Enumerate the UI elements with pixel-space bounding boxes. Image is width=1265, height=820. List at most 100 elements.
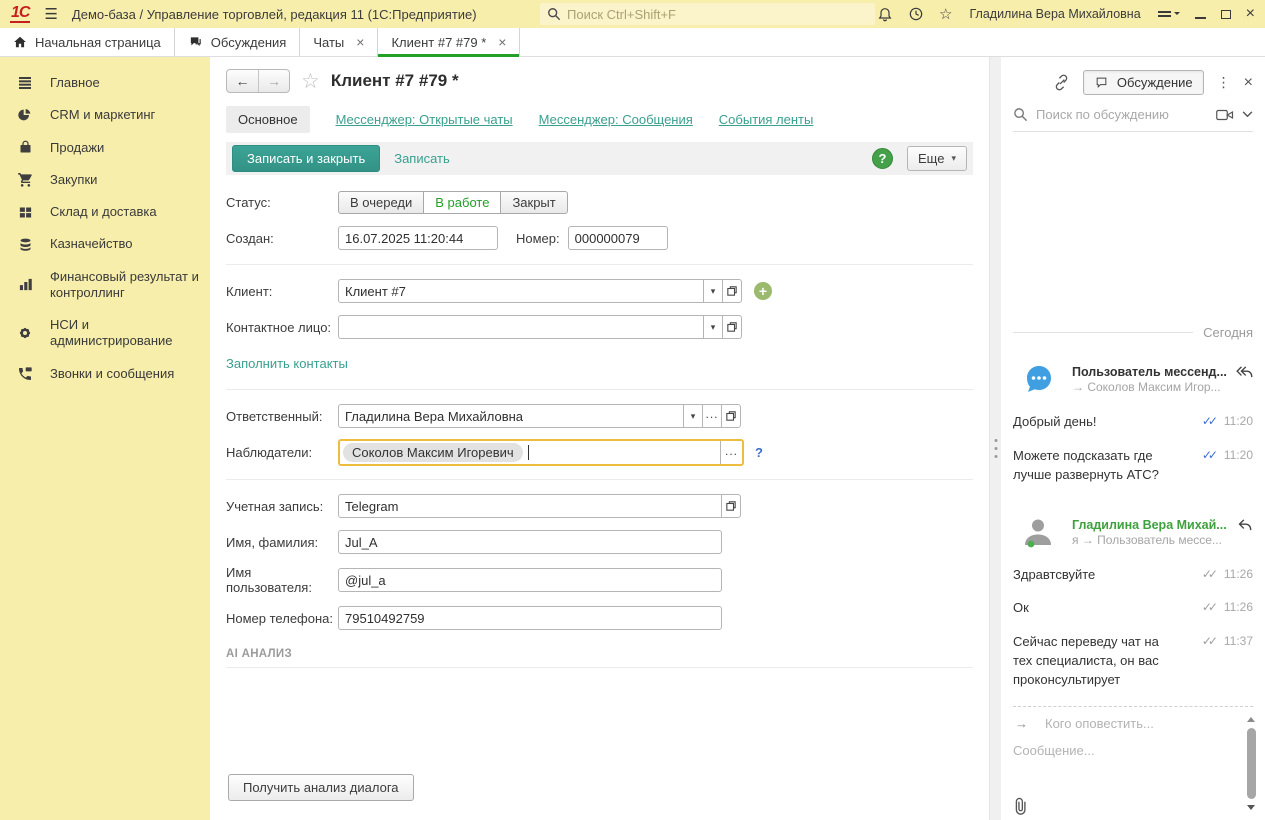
panel-close-icon[interactable]: × <box>1244 75 1253 91</box>
contact-dropdown-icon[interactable]: ▾ <box>703 315 723 339</box>
copy-link-icon[interactable] <box>1053 74 1070 91</box>
responsible-choose-icon[interactable]: ... <box>702 404 722 428</box>
status-option-queued[interactable]: В очереди <box>338 191 424 214</box>
global-search-input[interactable] <box>567 7 868 22</box>
scroll-up-icon[interactable] <box>1247 713 1255 722</box>
panel-splitter[interactable] <box>989 57 1001 820</box>
save-and-close-button[interactable]: Записать и закрыть <box>232 145 380 172</box>
sidebar-item-admin[interactable]: НСИ и администрирование <box>0 309 210 358</box>
contact-open-icon[interactable] <box>722 315 742 339</box>
current-user-name[interactable]: Гладилина Вера Михайловна <box>969 7 1140 21</box>
tab-main[interactable]: Основное <box>226 106 310 133</box>
more-label: Еще <box>918 151 944 166</box>
status-option-inwork[interactable]: В работе <box>423 191 501 214</box>
window-close-icon[interactable]: × <box>1246 6 1255 22</box>
reply-all-icon[interactable] <box>1235 366 1253 378</box>
scroll-down-icon[interactable] <box>1247 805 1255 814</box>
form-toolbar: Записать и закрыть Записать ? Еще ▾ <box>226 142 973 175</box>
notifications-bell-icon[interactable] <box>877 6 893 22</box>
get-dialog-analysis-button[interactable]: Получить анализ диалога <box>228 774 414 801</box>
client-dropdown-icon[interactable]: ▾ <box>703 279 723 303</box>
window-maximize-icon[interactable] <box>1221 10 1231 19</box>
person-name-field[interactable] <box>338 530 722 554</box>
video-call-icon[interactable] <box>1216 108 1234 122</box>
scrollbar-thumb[interactable] <box>1247 728 1256 799</box>
link-messenger-messages[interactable]: Мессенджер: Сообщения <box>539 112 693 127</box>
page-title: Клиент #7 #79 * <box>331 71 459 91</box>
divider <box>226 667 973 668</box>
more-button[interactable]: Еще ▾ <box>907 146 967 171</box>
sidebar-item-main[interactable]: Главное <box>0 67 210 99</box>
sender-name[interactable]: Пользователь мессенд... <box>1072 365 1231 379</box>
forward-arrow-icon[interactable]: → <box>258 70 289 92</box>
bar-chart-icon <box>15 277 35 292</box>
tab-close-icon[interactable]: × <box>498 35 506 49</box>
number-field[interactable] <box>568 226 668 250</box>
chevron-down-icon[interactable] <box>1242 111 1253 118</box>
sidebar-item-purchases[interactable]: Закупки <box>0 164 210 196</box>
history-icon[interactable] <box>908 6 924 22</box>
phone-field[interactable] <box>338 606 722 630</box>
add-client-icon[interactable]: + <box>754 282 772 300</box>
account-open-icon[interactable] <box>721 494 741 518</box>
sidebar-item-calls[interactable]: Звонки и сообщения <box>0 358 210 390</box>
composer-scrollbar[interactable] <box>1245 713 1257 814</box>
responsible-label: Ответственный: <box>226 409 338 424</box>
message-group-header[interactable]: Пользователь мессенд... → Соколов Максим… <box>1013 362 1253 398</box>
save-button[interactable]: Записать <box>394 151 450 166</box>
user-settings-icon[interactable] <box>1158 10 1180 18</box>
reply-icon[interactable] <box>1238 519 1253 531</box>
tab-home[interactable]: Начальная страница <box>0 28 175 56</box>
sidebar-item-warehouse[interactable]: Склад и доставка <box>0 196 210 228</box>
discussion-search[interactable] <box>1013 107 1253 132</box>
discussion-toggle-button[interactable]: Обсуждение <box>1083 70 1204 95</box>
created-field[interactable] <box>338 226 498 250</box>
tab-client-active[interactable]: Клиент #7 #79 * × <box>378 28 520 56</box>
responsible-dropdown-icon[interactable]: ▾ <box>683 404 703 428</box>
message-composer: → Кого оповестить... Сообщение... <box>1013 706 1253 820</box>
discussion-panel: Обсуждение ⋮ × Сегодня <box>1001 57 1265 820</box>
window-minimize-icon[interactable] <box>1195 17 1206 19</box>
tab-label: Начальная страница <box>35 35 161 50</box>
message-group-header[interactable]: Гладилина Вера Михай... я → Пользователь… <box>1013 515 1253 551</box>
global-search[interactable] <box>540 3 875 25</box>
main-menu-icon[interactable]: ☰ <box>44 5 57 23</box>
responsible-open-icon[interactable] <box>721 404 741 428</box>
attach-paperclip-icon[interactable] <box>1013 797 1030 816</box>
search-icon <box>1013 107 1028 122</box>
sender-name[interactable]: Гладилина Вера Михай... <box>1072 518 1234 532</box>
back-arrow-icon[interactable]: ← <box>227 70 258 92</box>
watchers-choose-icon[interactable]: ... <box>720 441 742 464</box>
notify-field[interactable]: → Кого оповестить... <box>1013 716 1253 731</box>
tab-close-icon[interactable]: × <box>356 35 364 49</box>
watchers-field[interactable]: Соколов Максим Игоревич ... <box>338 439 744 466</box>
contact-field[interactable] <box>338 315 704 339</box>
responsible-field[interactable] <box>338 404 684 428</box>
panel-menu-icon[interactable]: ⋮ <box>1217 78 1231 86</box>
link-messenger-open-chats[interactable]: Мессенджер: Открытые чаты <box>336 112 513 127</box>
status-option-closed[interactable]: Закрыт <box>500 191 567 214</box>
sidebar-item-crm[interactable]: CRM и маркетинг <box>0 99 210 131</box>
account-field[interactable] <box>338 494 722 518</box>
tab-chats[interactable]: Чаты × <box>300 28 378 56</box>
help-button[interactable]: ? <box>872 148 893 169</box>
tab-label: Обсуждения <box>211 35 287 50</box>
sidebar-item-sales[interactable]: Продажи <box>0 132 210 164</box>
sidebar-item-treasury[interactable]: Казначейство <box>0 228 210 260</box>
watcher-chip[interactable]: Соколов Максим Игоревич <box>343 443 523 462</box>
tab-discussions[interactable]: Обсуждения <box>175 28 301 56</box>
fill-contacts-link[interactable]: Заполнить контакты <box>226 356 348 371</box>
favorite-star-icon[interactable]: ☆ <box>301 71 320 92</box>
watchers-help-icon[interactable]: ? <box>755 445 763 460</box>
read-receipt-icon: ✓✓ <box>1202 448 1219 462</box>
client-open-icon[interactable] <box>722 279 742 303</box>
message-input[interactable]: Сообщение... <box>1013 743 1253 758</box>
client-field[interactable] <box>338 279 704 303</box>
sidebar-item-finance[interactable]: Финансовый результат и контроллинг <box>0 261 210 310</box>
discussion-search-input[interactable] <box>1036 107 1208 122</box>
titlebar-controls: ☆ Гладилина Вера Михайловна × <box>877 6 1255 22</box>
favorites-star-icon[interactable]: ☆ <box>939 7 952 22</box>
username-field[interactable] <box>338 568 722 592</box>
message: Добрый день! ✓✓11:20 <box>1013 413 1253 432</box>
link-feed-events[interactable]: События ленты <box>719 112 814 127</box>
